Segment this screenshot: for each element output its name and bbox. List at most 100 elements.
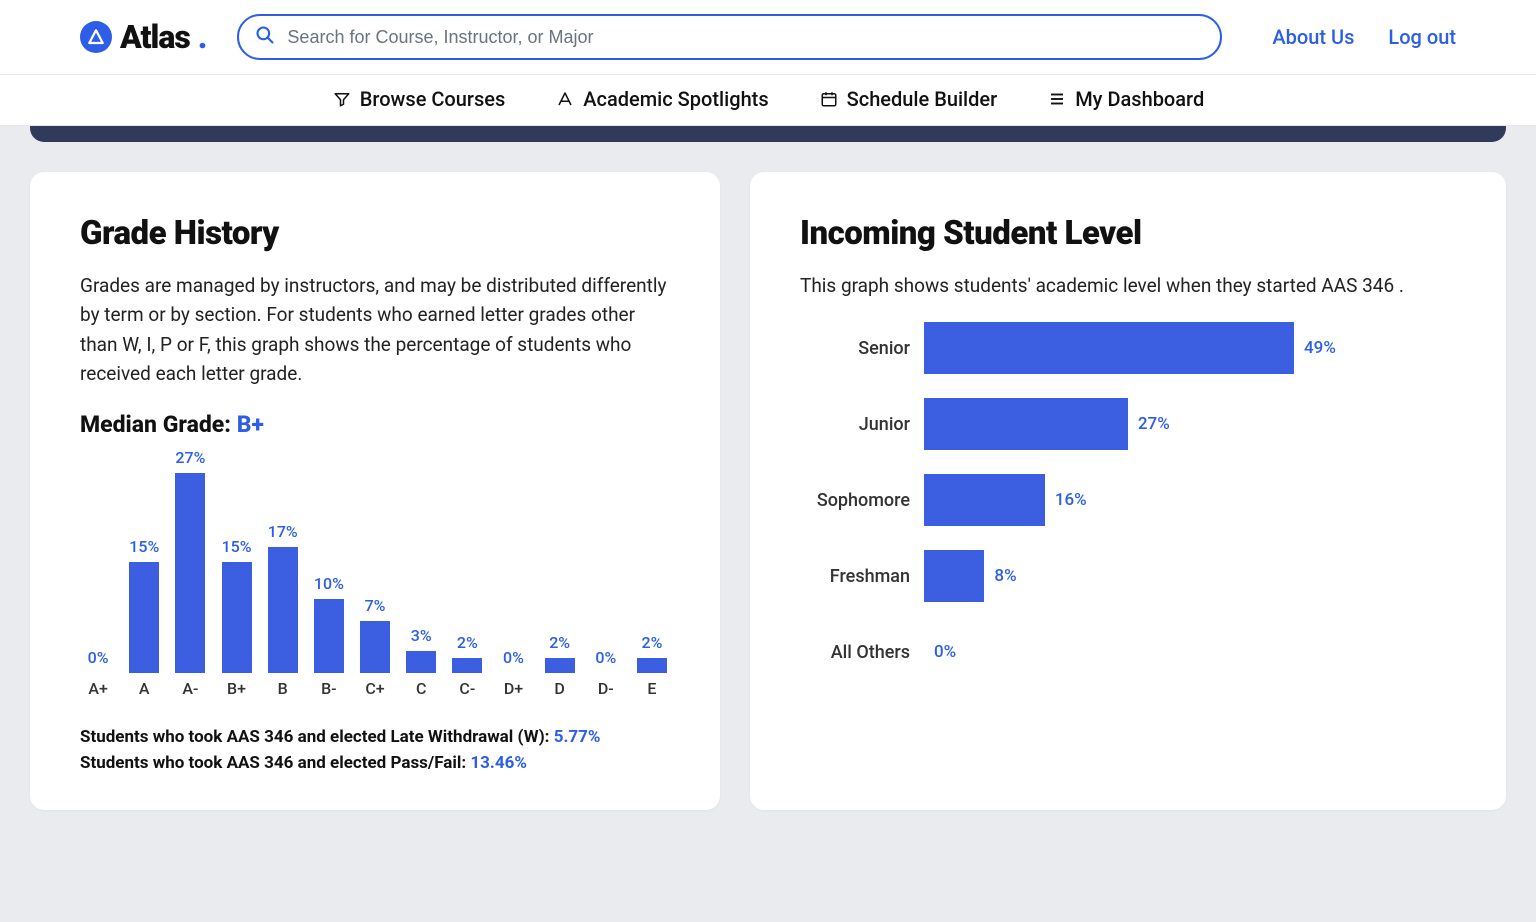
nav-browse-courses[interactable]: Browse Courses (332, 87, 506, 111)
row-category-label: Junior (800, 414, 910, 435)
row-bar-wrap: 0% (924, 626, 1456, 678)
bar-rect (175, 473, 205, 673)
bar-category-label: B (278, 679, 288, 698)
bar-category-label: D (554, 679, 564, 698)
bar-rect (268, 547, 298, 673)
chart-row: All Others 0% (800, 626, 1456, 678)
bar-category-label: A+ (88, 679, 108, 698)
grade-history-card: Grade History Grades are managed by inst… (30, 172, 720, 810)
about-link[interactable]: About Us (1272, 25, 1354, 49)
bar-rect (129, 562, 159, 673)
row-category-label: Sophomore (800, 490, 910, 511)
bar-category-label: C+ (365, 679, 384, 698)
withdrawal-stat: Students who took AAS 346 and elected La… (80, 724, 670, 750)
bar-category-label: B+ (227, 679, 246, 698)
header-nav: Browse Courses Academic Spotlights Sched… (0, 75, 1536, 126)
bar-value-label: 0% (88, 648, 109, 667)
bar-category-label: C- (459, 679, 475, 698)
bar-value-label: 3% (411, 626, 432, 645)
bar-value-label: 27% (175, 448, 205, 467)
search-wrap (237, 14, 1222, 60)
top-links: About Us Log out (1252, 25, 1456, 49)
row-value-label: 49% (1304, 338, 1336, 358)
bar-category-label: B- (321, 679, 337, 698)
row-value-label: 0% (934, 642, 956, 662)
nav-label: My Dashboard (1075, 87, 1204, 111)
chart-bar: 15% A (128, 537, 160, 698)
header-top: Atlas. About Us Log out (0, 0, 1536, 75)
search-input[interactable] (237, 14, 1222, 60)
banner-strip (30, 126, 1506, 142)
bar-rect (314, 599, 344, 673)
logo-text: Atlas (120, 18, 190, 56)
logo[interactable]: Atlas. (80, 18, 207, 56)
chart-row: Freshman 8% (800, 550, 1456, 602)
chart-bar: 27% A- (174, 448, 206, 698)
chart-bar: 2%C- (451, 633, 483, 698)
bar-value-label: 2% (549, 633, 570, 652)
chart-bar: 0% D- (590, 648, 622, 698)
bar-rect (222, 562, 252, 673)
bar-category-label: A (139, 679, 150, 698)
spotlight-icon (555, 89, 575, 109)
median-value: B+ (237, 411, 264, 438)
bar-value-label: 0% (595, 648, 616, 667)
chart-bar: 0% A+ (82, 648, 114, 698)
row-category-label: Freshman (800, 566, 910, 587)
chart-row: Junior 27% (800, 398, 1456, 450)
bar-rect (452, 658, 482, 673)
bar-rect (360, 621, 390, 673)
logo-icon (80, 21, 112, 53)
chart-row: Sophomore 16% (800, 474, 1456, 526)
bar-category-label: D+ (504, 679, 523, 698)
nav-my-dashboard[interactable]: My Dashboard (1047, 87, 1204, 111)
bar-category-label: D- (598, 679, 614, 698)
list-icon (1047, 89, 1067, 109)
incoming-title: Incoming Student Level (800, 214, 1456, 253)
bar-category-label: C (416, 679, 426, 698)
bar-value-label: 7% (365, 596, 386, 615)
logo-dot: . (198, 18, 208, 56)
row-bar-wrap: 8% (924, 550, 1456, 602)
cards-row: Grade History Grades are managed by inst… (0, 142, 1536, 840)
nav-academic-spotlights[interactable]: Academic Spotlights (555, 87, 768, 111)
passfail-stat: Students who took AAS 346 and elected Pa… (80, 750, 670, 776)
logout-link[interactable]: Log out (1388, 25, 1456, 49)
filter-icon (332, 89, 352, 109)
bar-category-label: E (647, 679, 656, 698)
bar-rect (924, 474, 1045, 526)
bar-rect (637, 658, 667, 673)
bar-value-label: 17% (268, 522, 298, 541)
row-bar-wrap: 27% (924, 398, 1456, 450)
grade-history-title: Grade History (80, 214, 670, 253)
row-bar-wrap: 49% (924, 322, 1456, 374)
chart-bar: 3% C (405, 626, 437, 698)
row-value-label: 16% (1055, 490, 1087, 510)
chart-bar: 2% D (544, 633, 576, 698)
row-bar-wrap: 16% (924, 474, 1456, 526)
chart-bar: 0% D+ (497, 648, 529, 698)
row-value-label: 8% (994, 566, 1016, 586)
chart-bar: 15%B+ (220, 537, 252, 698)
calendar-icon (819, 89, 839, 109)
row-category-label: All Others (800, 642, 910, 663)
nav-label: Browse Courses (360, 87, 506, 111)
bar-value-label: 15% (129, 537, 159, 556)
search-icon (255, 25, 275, 49)
nav-schedule-builder[interactable]: Schedule Builder (819, 87, 998, 111)
grade-history-desc: Grades are managed by instructors, and m… (80, 271, 670, 389)
row-category-label: Senior (800, 338, 910, 359)
bar-category-label: A- (182, 679, 198, 698)
grade-footer-stats: Students who took AAS 346 and elected La… (80, 724, 670, 777)
bar-value-label: 2% (642, 633, 663, 652)
row-value-label: 27% (1138, 414, 1170, 434)
bar-rect (924, 550, 984, 602)
median-grade-line: Median Grade: B+ (80, 411, 670, 438)
bar-value-label: 0% (503, 648, 524, 667)
chart-bar: 2% E (636, 633, 668, 698)
chart-bar: 10% B- (313, 574, 345, 698)
median-label: Median Grade: (80, 411, 231, 438)
grade-distribution-chart: 0%A+15%A27%A-15%B+17%B10%B-7%C+3%C2%C-0%… (80, 448, 670, 698)
bar-rect (406, 651, 436, 673)
bar-value-label: 10% (314, 574, 344, 593)
